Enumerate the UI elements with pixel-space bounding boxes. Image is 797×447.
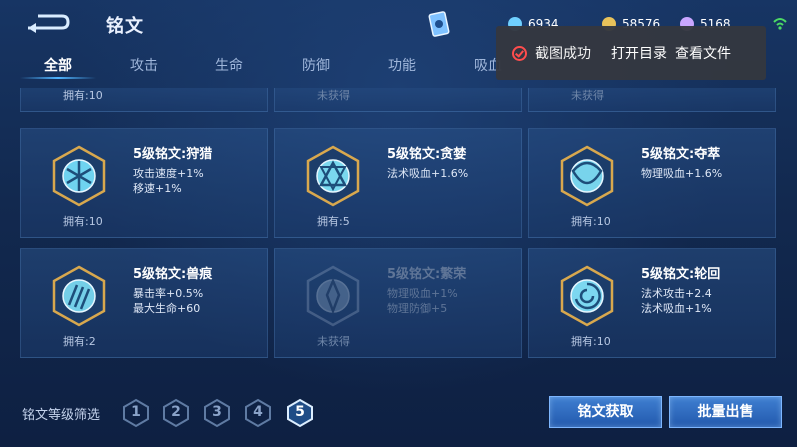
rune-get-button[interactable]: 铭文获取 [549, 396, 662, 428]
level-filter-5[interactable]: 5 [286, 398, 314, 428]
rune-card-plunder[interactable]: 5级铭文:夺萃 物理吸血+1.6% 拥有:10 [528, 128, 776, 238]
owned-count: 拥有:2 [63, 335, 96, 348]
rune-name: 5级铭文:狩猎 [133, 147, 213, 162]
owned-count: 拥有:5 [317, 215, 350, 228]
level-filter-3[interactable]: 3 [203, 398, 231, 428]
rune-attr: 攻击速度+1% [133, 167, 204, 180]
owned-count: 拥有:10 [571, 215, 611, 228]
owned-count: 未获得 [571, 89, 604, 102]
owned-count: 拥有:10 [63, 215, 103, 228]
rune-card[interactable]: 拥有:10 [20, 88, 268, 112]
rune-attr: 法术吸血+1% [641, 302, 712, 315]
rune-card-greed[interactable]: 5级铭文:贪婪 法术吸血+1.6% 拥有:5 [274, 128, 522, 238]
level-filter-label: 铭文等级筛选 [22, 408, 101, 423]
owned-count: 未获得 [317, 335, 350, 348]
tab-defense[interactable]: 防御 [302, 55, 330, 75]
rune-attr: 最大生命+60 [133, 302, 201, 315]
tab-function[interactable]: 功能 [388, 55, 416, 75]
owned-count: 拥有:10 [63, 89, 103, 102]
view-file-link[interactable]: 查看文件 [675, 43, 731, 63]
rune-card[interactable]: 未获得 [528, 88, 776, 112]
bulk-sell-button[interactable]: 批量出售 [669, 396, 782, 428]
owned-count: 未获得 [317, 89, 350, 102]
rune-name: 5级铭文:贪婪 [387, 147, 467, 162]
rune-greed-icon [306, 145, 360, 207]
rune-attr: 物理吸血+1.6% [641, 167, 723, 180]
owned-count: 拥有:10 [571, 335, 611, 348]
rune-name: 5级铭文:繁荣 [387, 267, 467, 282]
rune-name: 5级铭文:兽痕 [133, 267, 213, 282]
back-arrow-icon[interactable] [24, 12, 70, 34]
level-number: 2 [171, 404, 181, 420]
rune-hunt-icon [52, 145, 106, 207]
level-number: 4 [253, 404, 263, 420]
level-filter-1[interactable]: 1 [122, 398, 150, 428]
rune-attr: 法术吸血+1.6% [387, 167, 469, 180]
toast-message: 截图成功 [535, 46, 591, 62]
wifi-icon [773, 18, 787, 30]
rune-prosper-icon [306, 265, 360, 327]
level-number: 1 [131, 404, 141, 420]
rune-samsara-icon [560, 265, 614, 327]
rune-plunder-icon [560, 145, 614, 207]
rune-card-samsara[interactable]: 5级铭文:轮回 法术攻击+2.4 法术吸血+1% 拥有:10 [528, 248, 776, 358]
active-tab-indicator [20, 77, 96, 79]
rune-card[interactable]: 未获得 [274, 88, 522, 112]
level-number: 3 [212, 404, 222, 420]
rune-card-beast[interactable]: 5级铭文:兽痕 暴击率+0.5% 最大生命+60 拥有:2 [20, 248, 268, 358]
rune-attr: 移速+1% [133, 182, 182, 195]
level-filter-4[interactable]: 4 [244, 398, 272, 428]
tab-attack[interactable]: 攻击 [130, 55, 158, 75]
rune-grid[interactable]: 拥有:10 未获得 未获得 5级铭文:狩猎 攻击速度+1% 移速+1% 拥有:1… [20, 88, 776, 360]
screenshot-toast: 截图成功 打开目录 查看文件 [496, 26, 766, 80]
rune-name: 5级铭文:夺萃 [641, 147, 721, 162]
rune-name: 5级铭文:轮回 [641, 267, 721, 282]
page-title: 铭文 [106, 16, 144, 37]
rune-attr: 法术攻击+2.4 [641, 287, 712, 300]
check-circle-icon [512, 45, 527, 61]
tab-health[interactable]: 生命 [215, 55, 243, 75]
rune-card-prosper[interactable]: 5级铭文:繁荣 物理吸血+1% 物理防御+5 未获得 [274, 248, 522, 358]
rune-attr: 物理防御+5 [387, 302, 448, 315]
rune-card-hunt[interactable]: 5级铭文:狩猎 攻击速度+1% 移速+1% 拥有:10 [20, 128, 268, 238]
level-number: 5 [295, 404, 305, 420]
rune-attr: 物理吸血+1% [387, 287, 458, 300]
rune-attr: 暴击率+0.5% [133, 287, 204, 300]
rune-beast-icon [52, 265, 106, 327]
open-folder-link[interactable]: 打开目录 [611, 43, 667, 63]
level-filter-2[interactable]: 2 [162, 398, 190, 428]
rune-book-icon[interactable] [428, 10, 452, 40]
tab-all[interactable]: 全部 [44, 55, 72, 75]
